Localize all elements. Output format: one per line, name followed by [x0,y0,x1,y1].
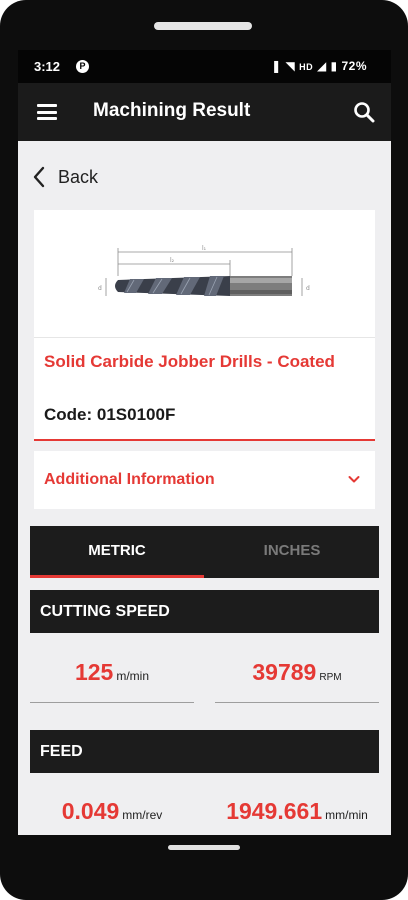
cutting-speed-unit: m/min [116,669,150,683]
cutting-speed-value: 125 [74,659,114,685]
feed-header: FEED [30,730,379,773]
search-icon[interactable] [353,101,375,123]
selected-tab-indicator [30,575,204,578]
spindle-speed-value: 39789 [252,659,317,685]
additional-information-label: Additional Information [44,471,215,488]
status-bar: 3:12 P ❚ ◥ HD ◢ ▮ 72% [18,50,391,83]
notification-p-icon: P [76,60,89,73]
signal-icon: ◢ [316,59,327,73]
battery-percent: 72% [341,59,367,73]
chevron-left-icon [33,166,45,188]
battery-icon: ▮ [330,59,338,73]
tab-inches[interactable]: INCHES [205,526,379,578]
feed-per-min-value: 1949.661 [226,798,323,824]
back-label: Back [58,167,99,187]
back-button[interactable]: Back [32,162,132,192]
spindle-speed-value-cell: 39789 RPM [215,647,379,703]
status-icons: ❚ ◥ HD ◢ ▮ 72% [271,59,367,73]
product-title: Solid Carbide Jobber Drills - Coated [44,352,335,371]
feed-per-rev-unit: mm/rev [122,808,163,822]
status-time: 3:12 [34,59,61,74]
feed-per-min-unit: mm/min [325,808,368,822]
svg-text:d: d [306,285,310,292]
earpiece-speaker [154,22,252,30]
product-code: Code: 01S0100F [44,405,176,424]
page-title: Machining Result [93,100,251,121]
home-indicator[interactable] [168,845,240,850]
cutting-speed-header: CUTTING SPEED [30,590,379,633]
cutting-speed-value-cell: 125 m/min [30,647,194,703]
feed-per-rev-cell: 0.049 mm/rev [30,790,194,835]
tab-metric[interactable]: METRIC [30,526,204,578]
image-divider [34,337,375,338]
app-screen: 3:12 P ❚ ◥ HD ◢ ▮ 72% Machining Result B… [18,50,391,835]
product-card: l₁ l₂ d d Solid Carbide Jobber Drills - … [34,210,375,441]
wifi-icon: ◥ [285,59,296,73]
feed-per-min-cell: 1949.661 mm/min [208,790,386,835]
vibrate-icon: ❚ [271,59,282,73]
unit-tabs: METRIC INCHES [30,526,379,578]
feed-per-rev-value: 0.049 [61,798,120,824]
additional-information-toggle[interactable]: Additional Information [34,451,375,509]
chevron-down-icon [348,476,360,483]
svg-text:d: d [98,285,102,292]
hamburger-menu-icon[interactable] [37,104,57,120]
phone-frame: 3:12 P ❚ ◥ HD ◢ ▮ 72% Machining Result B… [0,0,408,900]
drill-bit-image: l₁ l₂ d d [98,245,310,296]
spindle-speed-unit: RPM [319,672,342,683]
svg-text:l₁: l₁ [202,245,207,252]
hd-label: HD [299,62,314,72]
app-bar: Machining Result [18,83,391,141]
svg-text:l₂: l₂ [170,257,175,264]
